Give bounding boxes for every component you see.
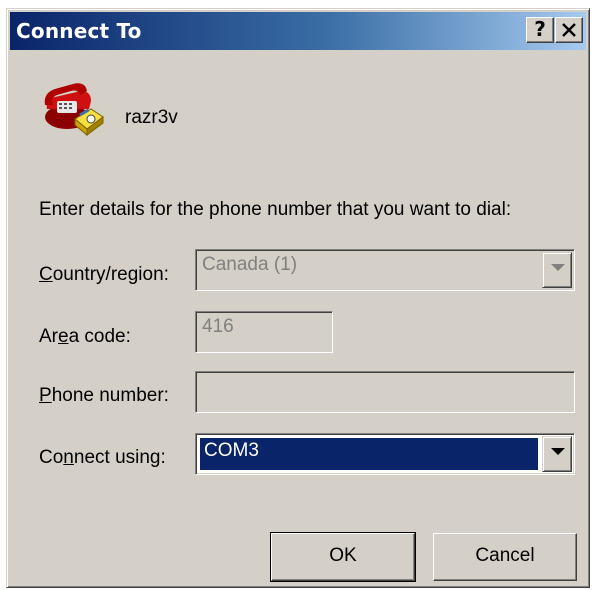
area-code-value: 416 [202,316,234,337]
chevron-down-icon [551,448,565,455]
title-bar[interactable]: Connect To ? [10,12,586,50]
close-button[interactable] [555,17,583,43]
country-dropdown-button[interactable] [542,252,572,288]
instruction-text: Enter details for the phone number that … [39,199,512,220]
connect-to-dialog: Connect To ? razr3v Enter details for th… [6,8,590,588]
country-region-label: Country/region: [39,264,169,286]
connect-dropdown-button[interactable] [542,436,572,472]
chevron-down-icon [551,264,565,271]
phone-label-rest: hone number: [51,385,169,406]
window-title: Connect To [16,19,142,43]
phone-modem-icon [41,79,105,141]
connection-name: razr3v [125,107,178,128]
area-code-input[interactable]: 416 [195,311,333,353]
country-region-value: Canada (1) [202,254,298,275]
cancel-button[interactable]: Cancel [433,533,577,581]
connect-using-value: COM3 [200,438,538,470]
phone-number-input[interactable] [195,371,575,413]
phone-number-label: Phone number: [39,385,169,407]
area-code-label: Area code: [39,326,131,348]
connect-label-rest: nect using: [73,447,166,468]
phone-label-mnemonic: P [39,385,52,406]
ok-button[interactable]: OK [270,532,416,582]
country-label-rest: ountry/region: [52,264,169,285]
close-icon [562,23,576,37]
area-label-rest: a code: [68,326,131,347]
country-region-select[interactable]: Canada (1) [195,249,575,291]
area-label-prefix: Ar [39,326,58,347]
country-label-mnemonic: C [39,264,53,285]
help-button[interactable]: ? [526,17,554,43]
connect-label-mnemonic: n [63,447,74,468]
connect-using-label: Connect using: [39,447,166,469]
area-label-mnemonic: e [58,326,69,347]
connect-label-prefix: Co [39,447,64,468]
connect-using-select[interactable]: COM3 [195,433,575,475]
